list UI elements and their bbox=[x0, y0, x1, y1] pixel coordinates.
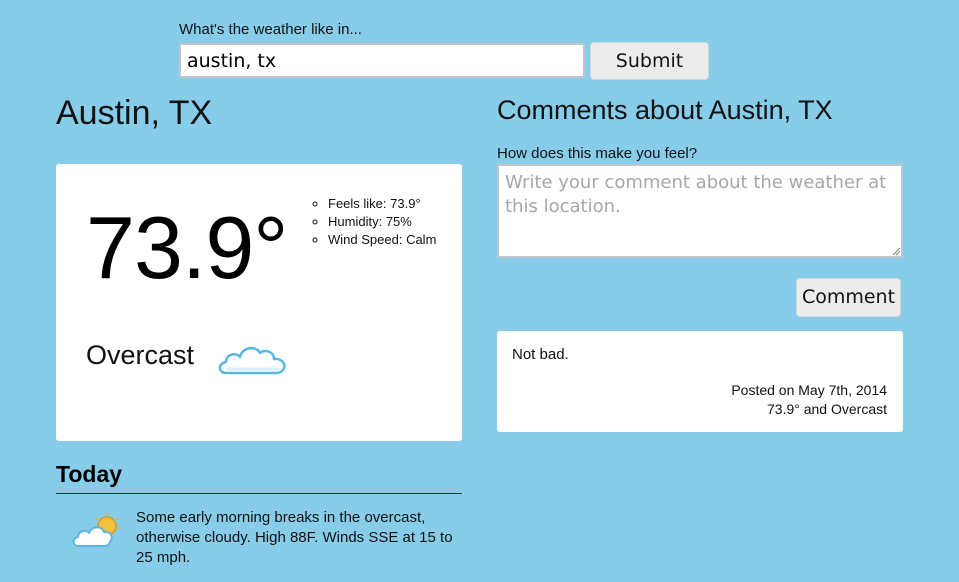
comments-heading: Comments about Austin, TX bbox=[497, 95, 833, 125]
stat-value: 73.9° bbox=[390, 196, 421, 211]
comment-meta: Posted on May 7th, 2014 73.9° and Overca… bbox=[731, 381, 887, 419]
today-heading: Today bbox=[56, 461, 462, 494]
current-weather-card: 73.9° Feels like: 73.9° Humidity: 75% Wi… bbox=[56, 164, 462, 441]
stat-label: Humidity: bbox=[328, 214, 383, 229]
comment-conditions: 73.9° and Overcast bbox=[767, 401, 887, 417]
stat-feels-like: Feels like: 73.9° bbox=[328, 195, 452, 213]
resize-handle-icon[interactable] bbox=[891, 246, 901, 256]
stat-wind-speed: Wind Speed: Calm bbox=[328, 231, 452, 249]
comment-posted-date: Posted on May 7th, 2014 bbox=[731, 382, 887, 398]
comment-card: Not bad. Posted on May 7th, 2014 73.9° a… bbox=[497, 331, 903, 432]
today-forecast-text: Some early morning breaks in the overcas… bbox=[136, 509, 453, 566]
comment-text: Not bad. bbox=[512, 346, 569, 363]
current-temperature: 73.9° bbox=[86, 198, 288, 297]
weather-stats-list: Feels like: 73.9° Humidity: 75% Wind Spe… bbox=[312, 195, 452, 249]
comment-button[interactable]: Comment bbox=[796, 278, 901, 317]
stat-label: Feels like: bbox=[328, 196, 387, 211]
comment-textarea[interactable] bbox=[497, 164, 903, 258]
location-search-input[interactable] bbox=[179, 43, 585, 78]
stat-value: 75% bbox=[385, 214, 412, 229]
current-condition: Overcast bbox=[86, 340, 195, 370]
submit-button[interactable]: Submit bbox=[590, 42, 709, 80]
partly-cloudy-icon bbox=[72, 512, 121, 547]
search-label: What's the weather like in... bbox=[179, 21, 362, 38]
city-title: Austin, TX bbox=[56, 94, 213, 132]
cloud-icon bbox=[218, 346, 286, 375]
stat-value: Calm bbox=[406, 232, 437, 247]
comment-prompt-label: How does this make you feel? bbox=[497, 145, 698, 162]
stat-humidity: Humidity: 75% bbox=[328, 213, 452, 231]
stat-label: Wind Speed: bbox=[328, 232, 403, 247]
